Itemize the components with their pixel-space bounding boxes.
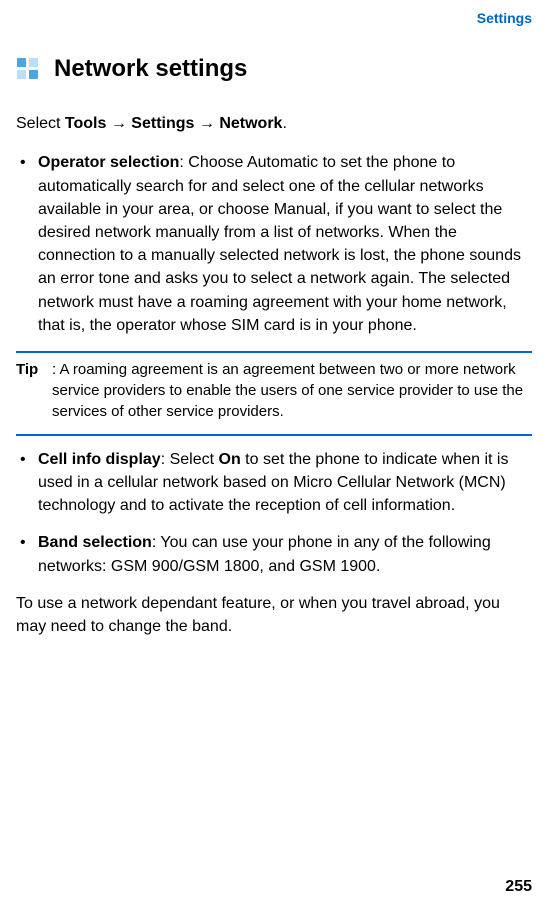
tip-block: Tip : A roaming agreement is an agreemen… xyxy=(16,359,532,422)
intro-arrow1: → xyxy=(106,115,131,132)
tip-label: Tip xyxy=(16,359,52,422)
bullet-marker: • xyxy=(20,151,38,337)
tip-text: : A roaming agreement is an agreement be… xyxy=(52,359,532,422)
intro-path-network: Network xyxy=(219,115,282,132)
intro-path-tools: Tools xyxy=(65,115,106,132)
bullet-body: Band selection: You can use your phone i… xyxy=(38,531,532,577)
bullet-label: Band selection xyxy=(38,534,152,551)
intro-prefix: Select xyxy=(16,115,65,132)
page-title: Network settings xyxy=(54,55,247,83)
tip-separator-top xyxy=(16,351,532,353)
squares-icon xyxy=(16,57,40,81)
bullet-on: On xyxy=(219,451,241,468)
bullet-cell-info: • Cell info display: Select On to set th… xyxy=(16,448,532,518)
intro-suffix: . xyxy=(282,115,286,132)
closing-text: To use a network dependant feature, or w… xyxy=(16,592,532,638)
header-section-label: Settings xyxy=(477,10,532,26)
bullet-text: : Choose Automatic to set the phone to a… xyxy=(38,154,521,333)
bullet-marker: • xyxy=(20,448,38,518)
bullet-body: Operator selection: Choose Automatic to … xyxy=(38,151,532,337)
bullet-text-pre: : Select xyxy=(161,451,219,468)
bullet-operator-selection: • Operator selection: Choose Automatic t… xyxy=(16,151,532,337)
intro-path-settings: Settings xyxy=(131,115,194,132)
bullet-body: Cell info display: Select On to set the … xyxy=(38,448,532,518)
bullet-band-selection: • Band selection: You can use your phone… xyxy=(16,531,532,577)
intro-arrow2: → xyxy=(194,115,219,132)
page-content: Network settings Select Tools → Settings… xyxy=(0,0,548,638)
title-row: Network settings xyxy=(16,55,532,83)
page-number: 255 xyxy=(505,878,532,896)
tip-separator-bottom xyxy=(16,434,532,436)
intro-text: Select Tools → Settings → Network. xyxy=(16,113,532,135)
bullet-label: Cell info display xyxy=(38,451,161,468)
bullet-label: Operator selection xyxy=(38,154,179,171)
bullet-marker: • xyxy=(20,531,38,577)
